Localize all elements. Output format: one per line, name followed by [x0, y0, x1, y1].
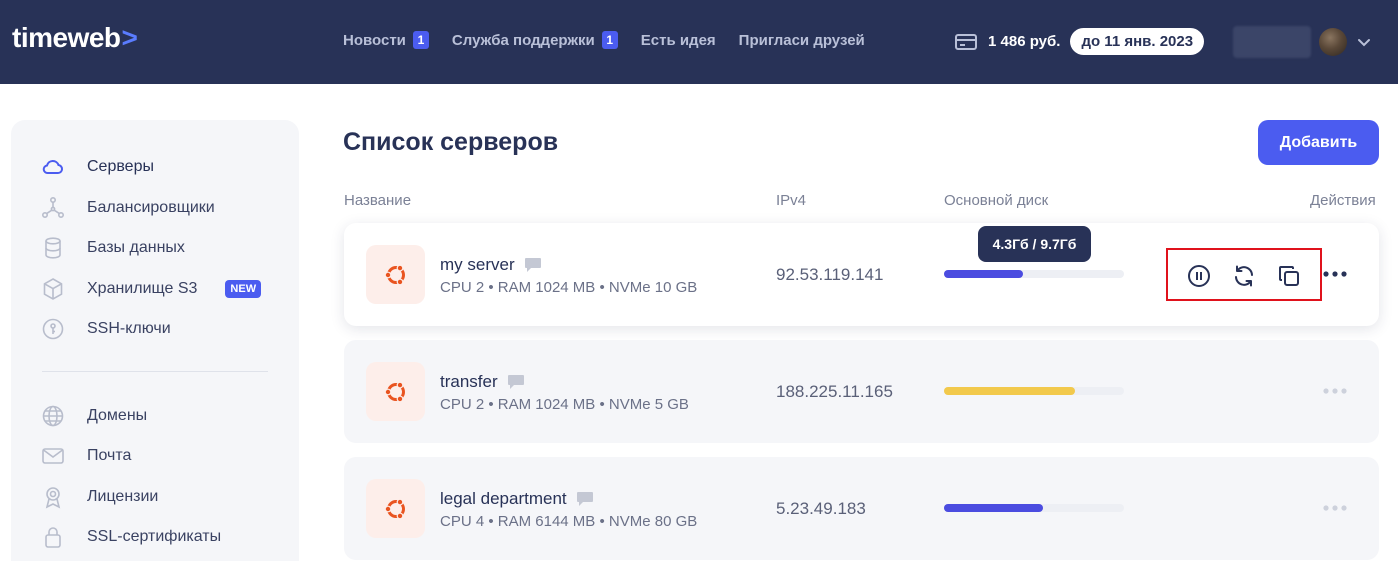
server-row[interactable]: legal department CPU 4 • RAM 6144 MB • N…: [344, 457, 1379, 560]
server-name-text: legal department: [440, 489, 567, 508]
paid-until-badge: до 11 янв. 2023: [1070, 28, 1205, 55]
sidebar-item-label: SSH-ключи: [87, 320, 171, 337]
nav-idea[interactable]: Есть идея: [641, 32, 716, 49]
server-name-text: transfer: [440, 372, 498, 391]
sidebar-item-label: Лицензии: [87, 488, 159, 505]
server-name-text: my server: [440, 255, 515, 274]
sidebar: Серверы Балансировщики Базы данных Храни…: [11, 120, 299, 561]
sidebar-item-ssl[interactable]: SSL-сертификаты: [41, 524, 221, 550]
lock-icon: [41, 525, 65, 549]
nav-news[interactable]: Новости 1: [343, 31, 429, 49]
server-name[interactable]: my server: [440, 255, 542, 275]
top-nav: Новости 1 Служба поддержки 1 Есть идея П…: [343, 31, 888, 49]
key-icon: [41, 317, 65, 341]
disk-usage-bar: [944, 387, 1124, 395]
sidebar-item-balancers[interactable]: Балансировщики: [41, 195, 215, 221]
column-header-actions: Действия: [1310, 192, 1376, 209]
sidebar-item-ssh-keys[interactable]: SSH-ключи: [41, 316, 171, 342]
server-name[interactable]: transfer: [440, 372, 525, 392]
top-header: timeweb> Новости 1 Служба поддержки 1 Ес…: [0, 0, 1398, 84]
sidebar-item-databases[interactable]: Базы данных: [41, 235, 185, 261]
sidebar-item-label: Серверы: [87, 158, 154, 175]
sidebar-item-licenses[interactable]: Лицензии: [41, 484, 158, 510]
disk-usage-bar: [944, 504, 1124, 512]
column-header-ipv4: IPv4: [776, 192, 807, 209]
user-menu[interactable]: [1233, 26, 1371, 58]
server-ip[interactable]: 92.53.119.141: [776, 265, 883, 285]
sidebar-item-label: Базы данных: [87, 239, 185, 256]
comment-icon[interactable]: [576, 491, 594, 507]
sidebar-item-servers[interactable]: Серверы: [41, 154, 154, 180]
ubuntu-icon: [366, 362, 425, 421]
disk-usage-tooltip: 4.3Гб / 9.7Гб: [978, 226, 1091, 262]
sidebar-divider: [42, 371, 268, 372]
column-header-name: Название: [344, 192, 412, 209]
support-count-badge: 1: [601, 31, 618, 49]
column-header-disk: Основной диск: [944, 192, 1049, 209]
cube-icon: [41, 277, 65, 301]
server-ip[interactable]: 5.23.49.183: [776, 499, 866, 519]
ubuntu-icon: [366, 245, 425, 304]
reboot-icon[interactable]: [1232, 264, 1256, 288]
nav-support[interactable]: Служба поддержки 1: [452, 31, 618, 49]
server-name[interactable]: legal department: [440, 489, 594, 509]
new-badge: NEW: [225, 280, 262, 298]
balancer-icon: [41, 196, 65, 220]
sidebar-item-mail[interactable]: Почта: [41, 443, 131, 469]
server-specs: CPU 4 • RAM 6144 MB • NVMe 80 GB: [440, 513, 698, 530]
disk-usage-bar: [944, 270, 1124, 278]
sidebar-item-label: Балансировщики: [87, 199, 215, 216]
chevron-down-icon: [1358, 39, 1370, 47]
logo-text: timeweb: [12, 22, 121, 53]
more-icon[interactable]: [1322, 502, 1348, 514]
sidebar-item-label: Домены: [87, 407, 148, 424]
balance-block[interactable]: 1 486 руб. до 11 янв. 2023: [955, 28, 1205, 55]
disk-usage-fill: [944, 387, 1076, 395]
add-server-button[interactable]: Добавить: [1258, 120, 1379, 165]
logo-chevron-icon: >: [121, 22, 138, 53]
globe-icon: [41, 404, 65, 428]
server-ip[interactable]: 188.225.11.165: [776, 382, 893, 402]
sidebar-item-label: SSL-сертификаты: [87, 528, 222, 545]
comment-icon[interactable]: [524, 257, 542, 273]
server-row[interactable]: transfer CPU 2 • RAM 1024 MB • NVMe 5 GB…: [344, 340, 1379, 443]
pause-icon[interactable]: [1187, 264, 1211, 288]
sidebar-item-label: Хранилище S3: [87, 280, 198, 297]
nav-idea-label: Есть идея: [640, 31, 716, 49]
nav-news-label: Новости: [343, 31, 406, 49]
timeweb-logo[interactable]: timeweb>: [12, 22, 138, 54]
news-count-badge: 1: [412, 31, 429, 49]
page-title: Список серверов: [343, 128, 559, 156]
nav-invite[interactable]: Пригласи друзей: [739, 32, 865, 49]
cloud-icon: [41, 155, 65, 179]
disk-usage-fill: [944, 270, 1024, 278]
mail-icon: [41, 444, 65, 468]
server-specs: CPU 2 • RAM 1024 MB • NVMe 5 GB: [440, 396, 689, 413]
sidebar-item-s3[interactable]: Хранилище S3 NEW: [41, 276, 262, 302]
nav-invite-label: Пригласи друзей: [738, 31, 865, 49]
disk-usage-fill: [944, 504, 1043, 512]
comment-icon[interactable]: [507, 374, 525, 390]
avatar: [1319, 28, 1347, 56]
more-icon[interactable]: [1322, 385, 1348, 397]
actions-highlight-box: [1166, 248, 1322, 301]
ubuntu-icon: [366, 479, 425, 538]
database-icon: [41, 236, 65, 260]
more-icon[interactable]: [1322, 268, 1348, 280]
user-name-blurred: [1233, 26, 1311, 58]
award-icon: [41, 485, 65, 509]
wallet-icon: [955, 33, 977, 50]
server-specs: CPU 2 • RAM 1024 MB • NVMe 10 GB: [440, 279, 698, 296]
nav-support-label: Служба поддержки: [451, 31, 595, 49]
sidebar-item-label: Почта: [87, 447, 132, 464]
balance-amount: 1 486 руб.: [988, 33, 1061, 50]
clone-icon[interactable]: [1277, 264, 1301, 288]
sidebar-item-domains[interactable]: Домены: [41, 403, 147, 429]
